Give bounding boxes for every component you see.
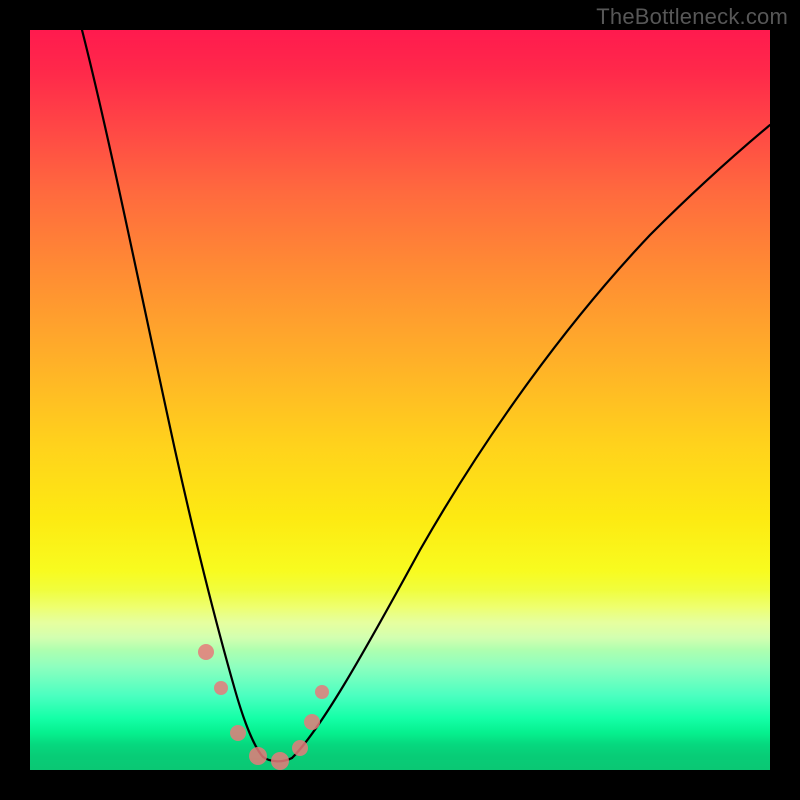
marker-dot [249, 747, 267, 765]
curve-left [82, 30, 263, 757]
plot-area [30, 30, 770, 770]
chart-frame: TheBottleneck.com [0, 0, 800, 800]
marker-dot [271, 752, 289, 770]
marker-dot [315, 685, 329, 699]
marker-dot [304, 714, 320, 730]
marker-dot [214, 681, 228, 695]
marker-group [198, 644, 329, 770]
marker-dot [230, 725, 246, 741]
marker-dot [198, 644, 214, 660]
chart-svg [30, 30, 770, 770]
watermark-text: TheBottleneck.com [596, 4, 788, 30]
marker-dot [292, 740, 308, 756]
curve-right [292, 125, 770, 758]
